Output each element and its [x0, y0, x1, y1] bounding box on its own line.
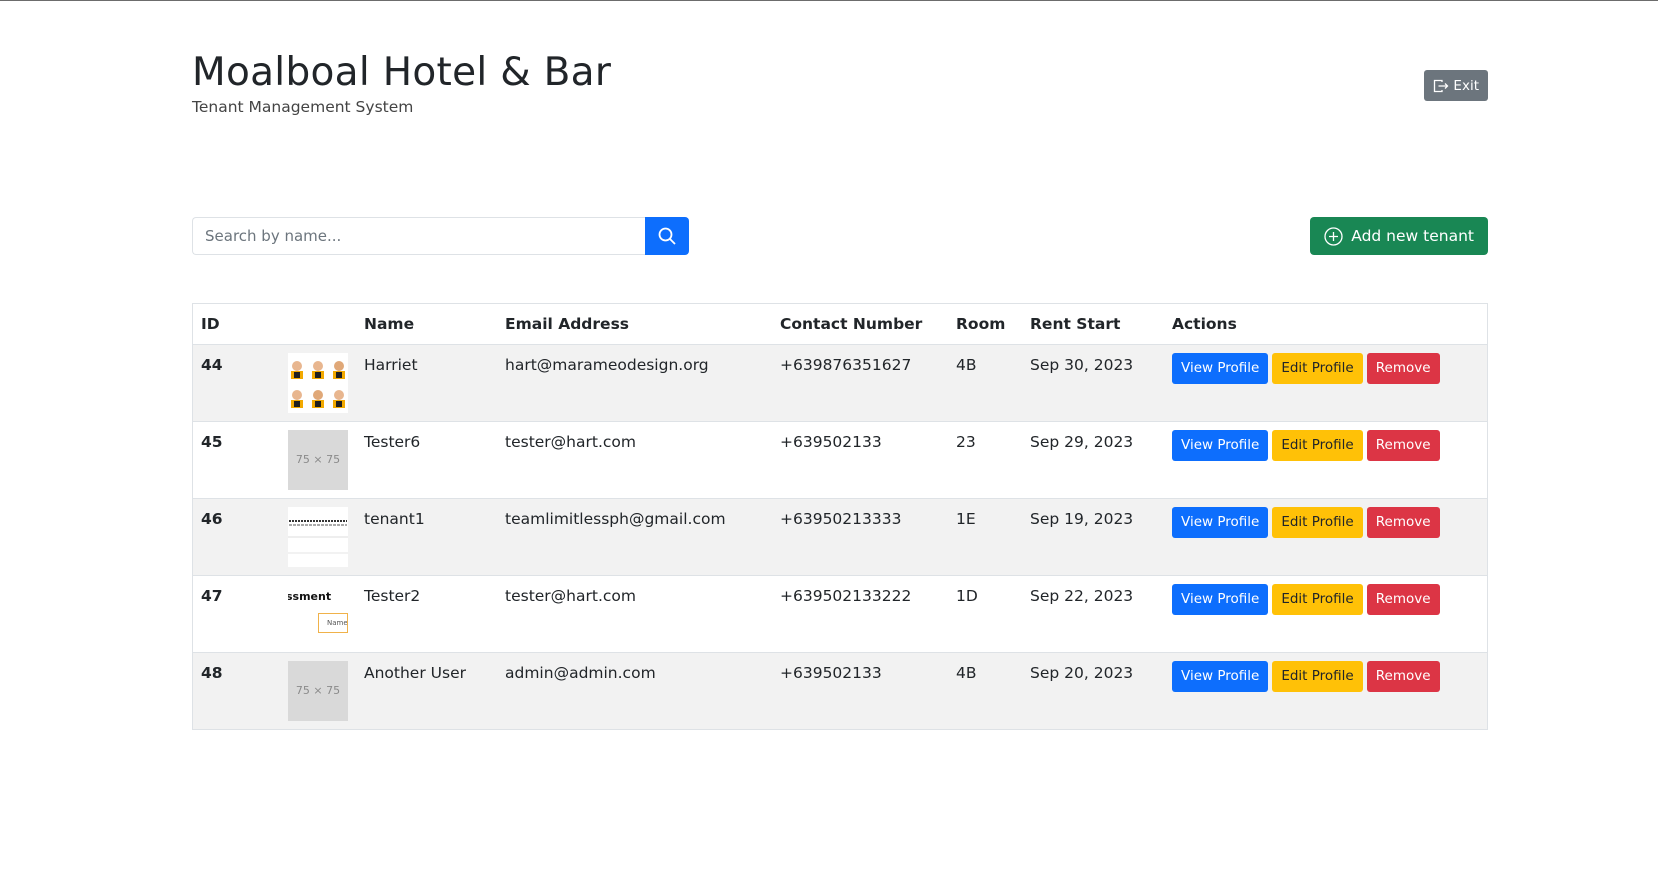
- tenant-id: 44: [193, 344, 236, 422]
- tenant-contact: +639876351627: [772, 344, 948, 422]
- tenant-actions: View Profile Edit Profile Remove: [1164, 421, 1487, 499]
- tenant-email: tester@hart.com: [497, 421, 772, 499]
- tenant-room: 1E: [948, 498, 1022, 576]
- search-button[interactable]: [645, 217, 689, 255]
- table-row: 48 75 × 75 Another User admin@admin.com …: [193, 652, 1487, 729]
- column-header-id: ID: [193, 304, 236, 345]
- remove-button[interactable]: Remove: [1366, 429, 1440, 461]
- view-profile-button[interactable]: View Profile: [1172, 352, 1269, 384]
- column-header-rent-start: Rent Start: [1022, 304, 1164, 345]
- tenant-room: 4B: [948, 652, 1022, 729]
- edit-profile-button[interactable]: Edit Profile: [1272, 660, 1363, 692]
- search-group: [192, 217, 689, 255]
- search-input[interactable]: [192, 217, 645, 255]
- tenant-photo-placeholder: 75 × 75: [288, 660, 348, 721]
- tenant-email: teamlimitlessph@gmail.com: [497, 498, 772, 576]
- toolbar: Add new tenant: [192, 217, 1488, 255]
- table-header-row: ID Name Email Address Contact Number Roo…: [193, 304, 1487, 345]
- exit-icon: [1434, 79, 1449, 92]
- tenant-email: tester@hart.com: [497, 575, 772, 653]
- page-header: Moalboal Hotel & Bar Tenant Management S…: [192, 48, 1488, 128]
- tenant-room: 1D: [948, 575, 1022, 653]
- photo-text-field: Name: [318, 612, 348, 633]
- tenant-photo-placeholder: 75 × 75: [288, 429, 348, 490]
- edit-profile-button[interactable]: Edit Profile: [1272, 583, 1363, 615]
- tenant-contact: +639502133: [772, 421, 948, 499]
- tenant-id: 47: [193, 575, 236, 653]
- tenant-id: 48: [193, 652, 236, 729]
- table-row: 45 75 × 75 Tester6 tester@hart.com +6395…: [193, 421, 1487, 499]
- view-profile-button[interactable]: View Profile: [1172, 583, 1269, 615]
- exit-button[interactable]: Exit: [1424, 70, 1488, 101]
- table-row: 46 tenant1 teamlimitlessph@gmail.com +63…: [193, 498, 1487, 576]
- tenant-rent-start: Sep 29, 2023: [1022, 421, 1164, 499]
- tenant-actions: View Profile Edit Profile Remove: [1164, 344, 1487, 422]
- column-header-room: Room: [948, 304, 1022, 345]
- tenant-rent-start: Sep 20, 2023: [1022, 652, 1164, 729]
- app-title: Moalboal Hotel & Bar: [192, 50, 612, 95]
- tenant-name: Another User: [356, 652, 497, 729]
- view-profile-button[interactable]: View Profile: [1172, 429, 1269, 461]
- plus-circle-icon: [1324, 226, 1343, 246]
- tenant-rent-start: Sep 19, 2023: [1022, 498, 1164, 576]
- tenant-actions: View Profile Edit Profile Remove: [1164, 575, 1487, 653]
- add-tenant-button[interactable]: Add new tenant: [1310, 217, 1488, 255]
- column-header-name: Name: [356, 304, 497, 345]
- tenant-name: Harriet: [356, 344, 497, 422]
- tenant-photo-cell: [236, 344, 356, 422]
- photo-text: ssment: [288, 589, 332, 603]
- table-row: 44 Harriet hart@marameodesign.org +63987…: [193, 344, 1487, 422]
- tenant-table: ID Name Email Address Contact Number Roo…: [193, 304, 1487, 729]
- remove-button[interactable]: Remove: [1366, 352, 1440, 384]
- tenant-rent-start: Sep 22, 2023: [1022, 575, 1164, 653]
- exit-label: Exit: [1453, 77, 1479, 94]
- tenant-contact: +639502133: [772, 652, 948, 729]
- tenant-photo: [288, 506, 348, 567]
- tenant-room: 23: [948, 421, 1022, 499]
- tenant-photo: [288, 352, 348, 413]
- tenant-name: Tester6: [356, 421, 497, 499]
- tenant-photo-cell: [236, 498, 356, 576]
- tenant-email: admin@admin.com: [497, 652, 772, 729]
- tenant-id: 46: [193, 498, 236, 576]
- tenant-photo-cell: ssment Name: [236, 575, 356, 653]
- tenant-photo: ssment Name: [288, 583, 348, 644]
- remove-button[interactable]: Remove: [1366, 660, 1440, 692]
- edit-profile-button[interactable]: Edit Profile: [1272, 429, 1363, 461]
- tenant-id: 45: [193, 421, 236, 499]
- remove-button[interactable]: Remove: [1366, 506, 1440, 538]
- column-header-actions: Actions: [1164, 304, 1487, 345]
- view-profile-button[interactable]: View Profile: [1172, 506, 1269, 538]
- add-tenant-label: Add new tenant: [1351, 227, 1474, 245]
- tenant-room: 4B: [948, 344, 1022, 422]
- remove-button[interactable]: Remove: [1366, 583, 1440, 615]
- tenant-photo-cell: 75 × 75: [236, 652, 356, 729]
- top-border: [0, 0, 1658, 1]
- edit-profile-button[interactable]: Edit Profile: [1272, 352, 1363, 384]
- tenant-table-wrapper: ID Name Email Address Contact Number Roo…: [192, 303, 1488, 730]
- app-subtitle: Tenant Management System: [192, 98, 414, 116]
- edit-profile-button[interactable]: Edit Profile: [1272, 506, 1363, 538]
- tenant-photo-cell: 75 × 75: [236, 421, 356, 499]
- tenant-name: tenant1: [356, 498, 497, 576]
- table-row: 47 ssment Name Tester2 tester@hart.com +…: [193, 575, 1487, 653]
- tenant-actions: View Profile Edit Profile Remove: [1164, 498, 1487, 576]
- tenant-contact: +63950213333: [772, 498, 948, 576]
- tenant-actions: View Profile Edit Profile Remove: [1164, 652, 1487, 729]
- column-header-contact: Contact Number: [772, 304, 948, 345]
- tenant-email: hart@marameodesign.org: [497, 344, 772, 422]
- search-icon: [658, 227, 676, 245]
- tenant-name: Tester2: [356, 575, 497, 653]
- column-header-photo: [236, 304, 356, 345]
- view-profile-button[interactable]: View Profile: [1172, 660, 1269, 692]
- tenant-rent-start: Sep 30, 2023: [1022, 344, 1164, 422]
- tenant-contact: +639502133222: [772, 575, 948, 653]
- column-header-email: Email Address: [497, 304, 772, 345]
